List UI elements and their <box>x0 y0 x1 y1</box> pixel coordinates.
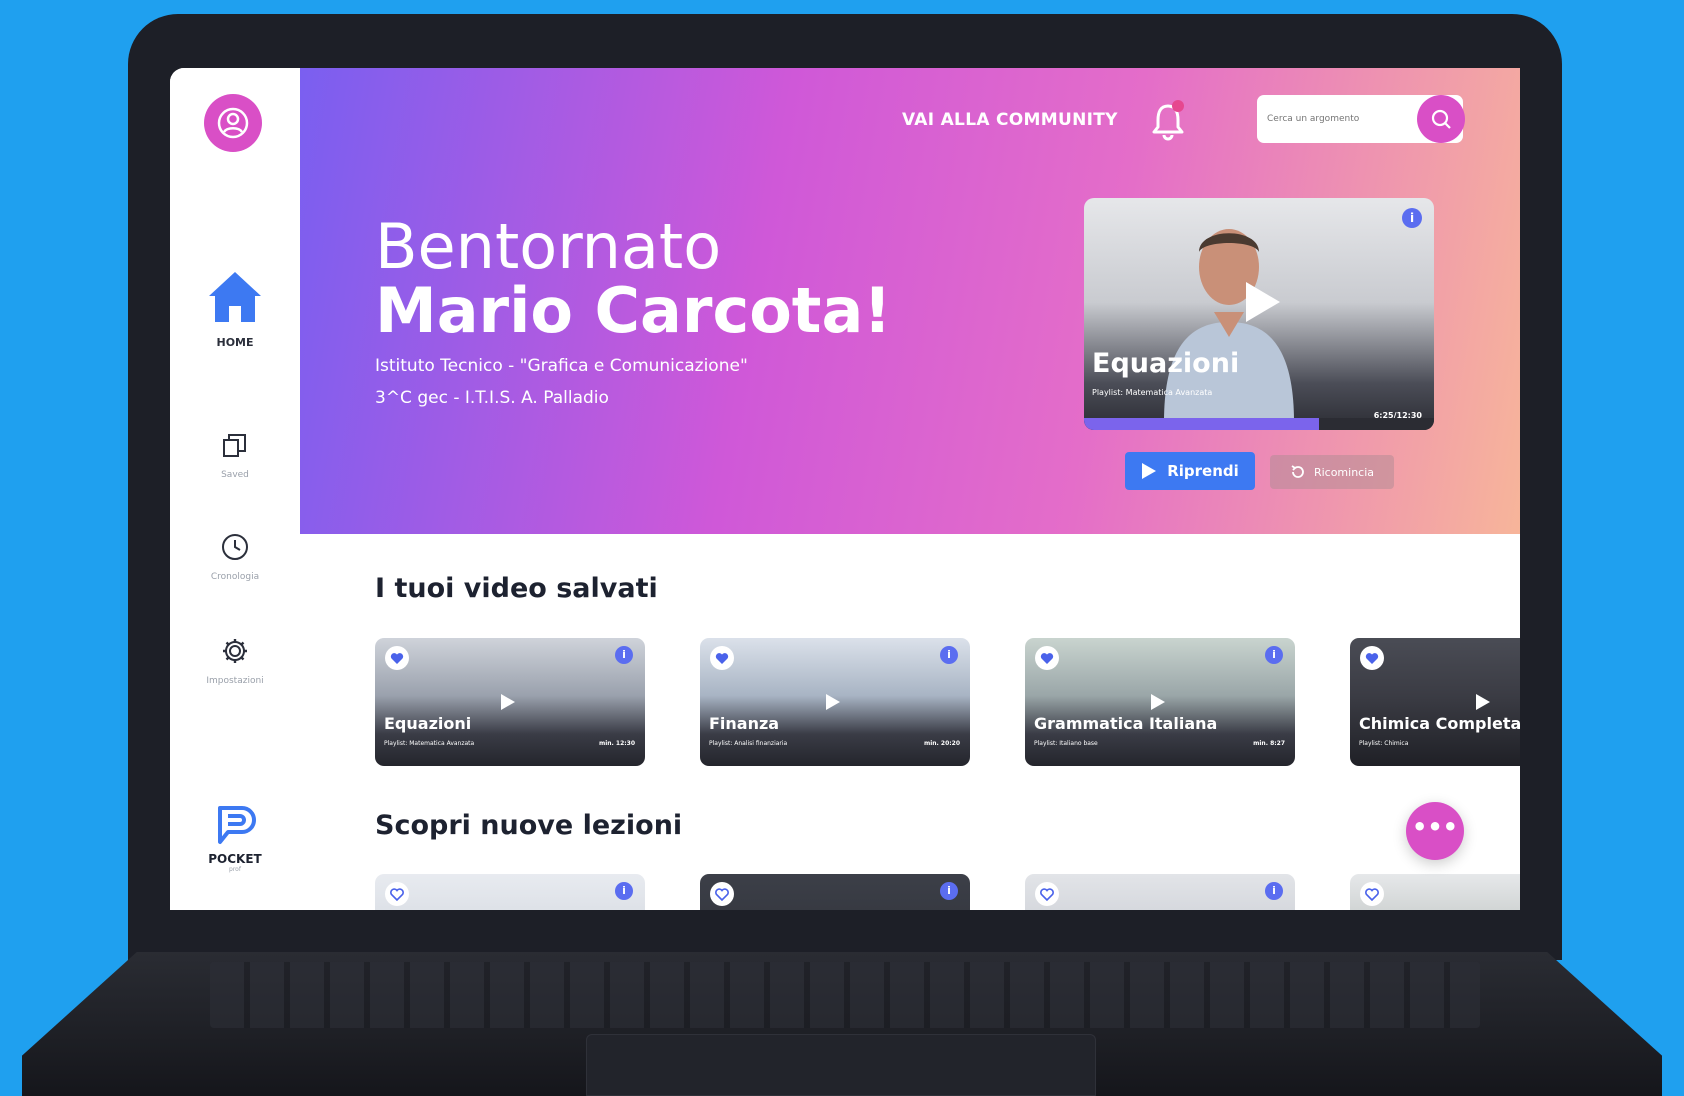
heart-outline-icon[interactable] <box>1360 882 1384 906</box>
card-title: Grammatica Italiana <box>1034 714 1218 733</box>
info-icon[interactable]: i <box>940 882 958 900</box>
bell-icon <box>1152 100 1184 141</box>
restart-button[interactable]: Ricomincia <box>1270 455 1394 489</box>
home-icon <box>209 272 261 322</box>
library-icon <box>223 434 246 457</box>
card-playlist: Playlist: Matematica Avanzata <box>384 740 475 747</box>
card-duration: min. 20:20 <box>923 740 960 747</box>
brand-logo: POCKET prof <box>170 804 300 873</box>
clock-icon <box>222 534 248 560</box>
progress-fill <box>1084 418 1319 430</box>
info-icon[interactable]: i <box>1402 208 1422 228</box>
sidebar-item-history[interactable]: Cronologia <box>170 532 300 582</box>
profile-avatar-button[interactable] <box>204 94 262 152</box>
info-icon[interactable]: i <box>940 646 958 664</box>
saved-videos-title: I tuoi video salvati <box>375 573 658 604</box>
card-duration: min. 12:30 <box>598 740 635 747</box>
class-name: 3^C gec - I.T.I.S. A. Palladio <box>375 388 609 408</box>
search-button[interactable] <box>1417 95 1465 143</box>
card-playlist: Playlist: Italiano base <box>1034 740 1098 747</box>
play-icon <box>1151 694 1165 710</box>
sidebar: HOME Saved Cronologia Impostazioni POCKE… <box>170 68 300 910</box>
play-icon <box>1476 694 1490 710</box>
gear-icon <box>223 639 247 663</box>
chat-button[interactable]: ••• <box>1406 802 1464 860</box>
hero-banner: VAI ALLA COMMUNITY Bentornato Mario Carc… <box>300 68 1520 534</box>
sidebar-item-label: HOME <box>216 336 254 349</box>
heart-outline-icon[interactable] <box>385 882 409 906</box>
heart-outline-icon[interactable] <box>710 882 734 906</box>
heart-icon[interactable] <box>1035 646 1059 670</box>
card-title: Equazioni <box>384 714 472 733</box>
sidebar-item-label: Cronologia <box>210 572 260 582</box>
saved-video-card[interactable]: i Equazioni Playlist: Matematica Avanzat… <box>375 638 645 766</box>
laptop-keyboard <box>210 962 1480 1028</box>
featured-playlist: Playlist: Matematica Avanzata <box>1092 388 1213 397</box>
restart-label: Ricomincia <box>1313 465 1375 479</box>
info-icon[interactable]: i <box>615 646 633 664</box>
info-icon[interactable]: i <box>1265 882 1283 900</box>
featured-title: Equazioni <box>1092 348 1240 379</box>
discover-video-card[interactable]: i <box>700 874 970 910</box>
restart-icon <box>1291 465 1304 478</box>
featured-video[interactable]: i Equazioni Playlist: Matematica Avanzat… <box>1084 198 1434 430</box>
search-input[interactable] <box>1267 109 1407 129</box>
card-duration: min. 8:27 <box>1253 740 1285 747</box>
card-playlist: Playlist: Chimica <box>1359 740 1409 747</box>
card-playlist: Playlist: Analisi finanziaria <box>709 740 788 747</box>
play-icon <box>826 694 840 710</box>
saved-video-card[interactable]: Chimica Completa Playlist: Chimica <box>1350 638 1520 766</box>
saved-video-card[interactable]: i Finanza Playlist: Analisi finanziaria … <box>700 638 970 766</box>
info-icon[interactable]: i <box>615 882 633 900</box>
saved-video-card[interactable]: i Grammatica Italiana Playlist: Italiano… <box>1025 638 1295 766</box>
play-icon <box>1142 463 1157 479</box>
featured-progress-bar[interactable] <box>1084 418 1434 430</box>
brand-name: POCKET <box>208 852 262 866</box>
info-icon[interactable]: i <box>1265 646 1283 664</box>
discover-video-card[interactable] <box>1350 874 1520 910</box>
heart-icon[interactable] <box>1360 646 1384 670</box>
notifications-button[interactable] <box>1148 100 1188 146</box>
card-title: Chimica Completa <box>1359 714 1520 733</box>
discover-video-card[interactable]: i <box>375 874 645 910</box>
resume-label: Riprendi <box>1167 462 1239 480</box>
pocket-logo-icon <box>218 806 256 844</box>
app-screen: HOME Saved Cronologia Impostazioni POCKE… <box>170 68 1520 910</box>
sidebar-item-home[interactable]: HOME <box>170 268 300 349</box>
greeting: Bentornato <box>375 210 722 283</box>
heart-outline-icon[interactable] <box>1035 882 1059 906</box>
play-icon <box>501 694 515 710</box>
user-icon <box>217 107 249 139</box>
school-name: Istituto Tecnico - "Grafica e Comunicazi… <box>375 356 748 376</box>
sidebar-item-saved[interactable]: Saved <box>170 430 300 480</box>
community-link[interactable]: VAI ALLA COMMUNITY <box>902 110 1118 130</box>
laptop-trackpad <box>586 1034 1096 1096</box>
brand-sub: prof <box>229 866 241 873</box>
discover-video-card[interactable]: i <box>1025 874 1295 910</box>
card-title: Finanza <box>709 714 780 733</box>
search-bar <box>1257 95 1465 143</box>
heart-icon[interactable] <box>710 646 734 670</box>
discover-title: Scopri nuove lezioni <box>375 810 683 841</box>
search-icon <box>1431 109 1451 129</box>
play-icon <box>1246 282 1280 322</box>
sidebar-item-settings[interactable]: Impostazioni <box>170 636 300 686</box>
sidebar-item-label: Saved <box>221 470 249 480</box>
sidebar-item-label: Impostazioni <box>206 676 264 686</box>
heart-icon[interactable] <box>385 646 409 670</box>
resume-button[interactable]: Riprendi <box>1125 452 1255 490</box>
user-name: Mario Carcota! <box>375 274 892 347</box>
